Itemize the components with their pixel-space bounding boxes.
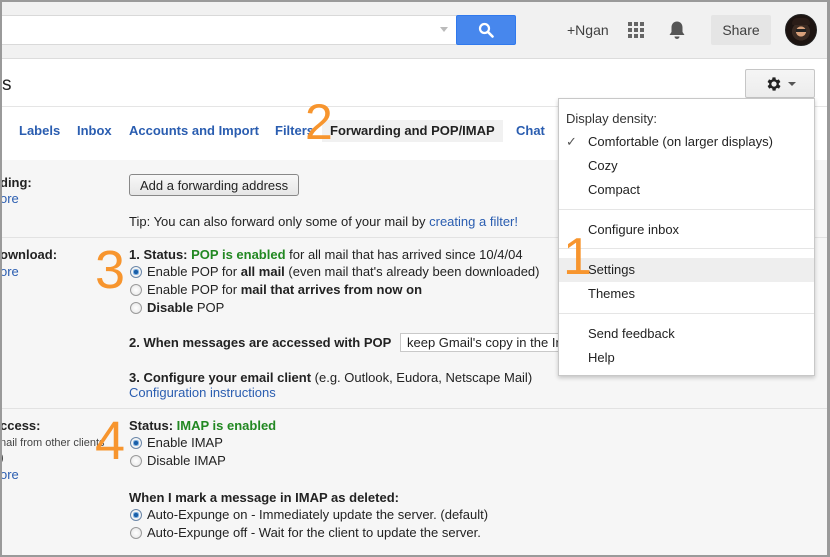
tip-text: Tip: You can also forward only some of y… bbox=[129, 214, 430, 229]
configuration-instructions-link[interactable]: Configuration instructions bbox=[129, 385, 276, 400]
bell-icon[interactable] bbox=[668, 20, 686, 43]
radio-button[interactable] bbox=[130, 508, 142, 521]
menu-divider bbox=[559, 313, 814, 314]
menu-divider bbox=[559, 209, 814, 210]
option-label: Enable POP for mail that arrives from no… bbox=[147, 282, 423, 297]
radio-button[interactable] bbox=[130, 283, 142, 296]
checkmark-icon: ✓ bbox=[566, 134, 577, 149]
apps-grid-icon[interactable] bbox=[628, 22, 644, 38]
tab-filters[interactable]: Filters bbox=[275, 120, 314, 142]
pop-status-value: POP is enabled bbox=[191, 247, 286, 262]
tab-chat[interactable]: Chat bbox=[516, 120, 545, 142]
menu-item-cozy[interactable]: Cozy bbox=[559, 154, 814, 178]
pop-status-detail: for all mail that has arrived since 10/4… bbox=[285, 247, 523, 262]
option-label: Auto-Expunge on - Immediately update the… bbox=[147, 507, 489, 522]
creating-filter-link[interactable]: creating a filter! bbox=[429, 214, 518, 229]
configure-client-label: 3. Configure your email client bbox=[129, 370, 312, 385]
imap-option-enable[interactable]: Enable IMAP bbox=[130, 435, 223, 450]
forwarding-learn-more-link[interactable]: ore bbox=[0, 191, 19, 206]
settings-gear-button[interactable] bbox=[745, 69, 815, 98]
forwarding-tip: Tip: You can also forward only some of y… bbox=[129, 214, 518, 229]
pop-when-accessed-select[interactable]: keep Gmail's copy in the Inbox bbox=[400, 333, 560, 352]
tab-forwarding-pop-imap[interactable]: Forwarding and POP/IMAP bbox=[322, 120, 503, 142]
page-title: s bbox=[2, 74, 12, 95]
pop-option-disable[interactable]: Disable POP bbox=[130, 300, 224, 315]
option-label: Enable IMAP bbox=[147, 435, 223, 450]
search-options-caret-icon[interactable] bbox=[440, 27, 448, 32]
auto-expunge-off-option[interactable]: Auto-Expunge off - Wait for the client t… bbox=[130, 525, 481, 540]
row-divider bbox=[0, 408, 830, 409]
pop-download-label: ownload: bbox=[0, 247, 58, 262]
radio-button[interactable] bbox=[130, 265, 142, 278]
radio-button[interactable] bbox=[130, 301, 142, 314]
settings-dropdown-menu: Display density: ✓ Comfortable (on larger… bbox=[558, 98, 815, 376]
menu-item-compact[interactable]: Compact bbox=[559, 178, 814, 202]
configure-client-hint: (e.g. Outlook, Eudora, Netscape Mail) bbox=[311, 370, 533, 385]
top-bar: +Ngan Share bbox=[0, 0, 830, 59]
search-button[interactable] bbox=[456, 15, 516, 45]
pop-configure-client: 3. Configure your email client (e.g. Out… bbox=[129, 370, 532, 385]
menu-item-settings[interactable]: Settings bbox=[559, 258, 814, 282]
radio-button[interactable] bbox=[130, 526, 142, 539]
search-icon bbox=[478, 22, 494, 38]
gear-icon bbox=[767, 76, 781, 91]
menu-item-comfortable[interactable]: ✓ Comfortable (on larger displays) bbox=[559, 130, 814, 154]
tab-inbox[interactable]: Inbox bbox=[77, 120, 112, 142]
imap-status: Status: IMAP is enabled bbox=[129, 418, 276, 433]
tab-accounts-and-import[interactable]: Accounts and Import bbox=[129, 120, 259, 142]
radio-button[interactable] bbox=[130, 454, 142, 467]
chevron-down-icon bbox=[787, 81, 796, 86]
menu-item-configure-inbox[interactable]: Configure inbox bbox=[559, 218, 814, 242]
avatar[interactable] bbox=[785, 14, 817, 46]
menu-item-themes[interactable]: Themes bbox=[559, 282, 814, 306]
pop-when-accessed-label: 2. When messages are accessed with POP bbox=[129, 335, 392, 350]
pop-option-from-now-on[interactable]: Enable POP for mail that arrives from no… bbox=[130, 282, 422, 297]
pop-learn-more-link[interactable]: ore bbox=[0, 264, 19, 279]
pop-status-label: 1. Status: bbox=[129, 247, 192, 262]
option-label: Disable POP bbox=[147, 300, 225, 315]
add-forwarding-address-button[interactable]: Add a forwarding address bbox=[129, 174, 300, 196]
share-button[interactable]: Share bbox=[711, 15, 771, 45]
pop-status: 1. Status: POP is enabled for all mail t… bbox=[129, 247, 523, 262]
imap-description-2: ) bbox=[0, 452, 4, 464]
forwarding-label: ding: bbox=[0, 175, 32, 190]
menu-divider bbox=[559, 248, 814, 249]
radio-button[interactable] bbox=[130, 436, 142, 449]
menu-item-send-feedback[interactable]: Send feedback bbox=[559, 322, 814, 346]
option-label: Auto-Expunge off - Wait for the client t… bbox=[147, 525, 481, 540]
imap-access-label: ccess: bbox=[0, 418, 41, 433]
imap-status-value: IMAP is enabled bbox=[176, 418, 277, 433]
tab-labels[interactable]: Labels bbox=[19, 120, 60, 142]
display-density-heading: Display density: bbox=[566, 111, 658, 126]
imap-option-disable[interactable]: Disable IMAP bbox=[130, 453, 226, 468]
menu-item-help[interactable]: Help bbox=[559, 346, 814, 370]
imap-delete-heading: When I mark a message in IMAP as deleted… bbox=[129, 490, 399, 505]
pop-option-all-mail[interactable]: Enable POP for all mail (even mail that'… bbox=[130, 264, 540, 279]
search-input[interactable] bbox=[0, 15, 457, 45]
imap-description: nail from other clients bbox=[0, 437, 105, 449]
option-label: Enable POP for all mail (even mail that'… bbox=[147, 264, 540, 279]
option-label: Disable IMAP bbox=[147, 453, 226, 468]
imap-status-label: Status: bbox=[129, 418, 177, 433]
user-profile-link[interactable]: +Ngan bbox=[567, 22, 609, 38]
imap-learn-more-link[interactable]: ore bbox=[0, 467, 19, 482]
auto-expunge-on-option[interactable]: Auto-Expunge on - Immediately update the… bbox=[130, 507, 488, 522]
